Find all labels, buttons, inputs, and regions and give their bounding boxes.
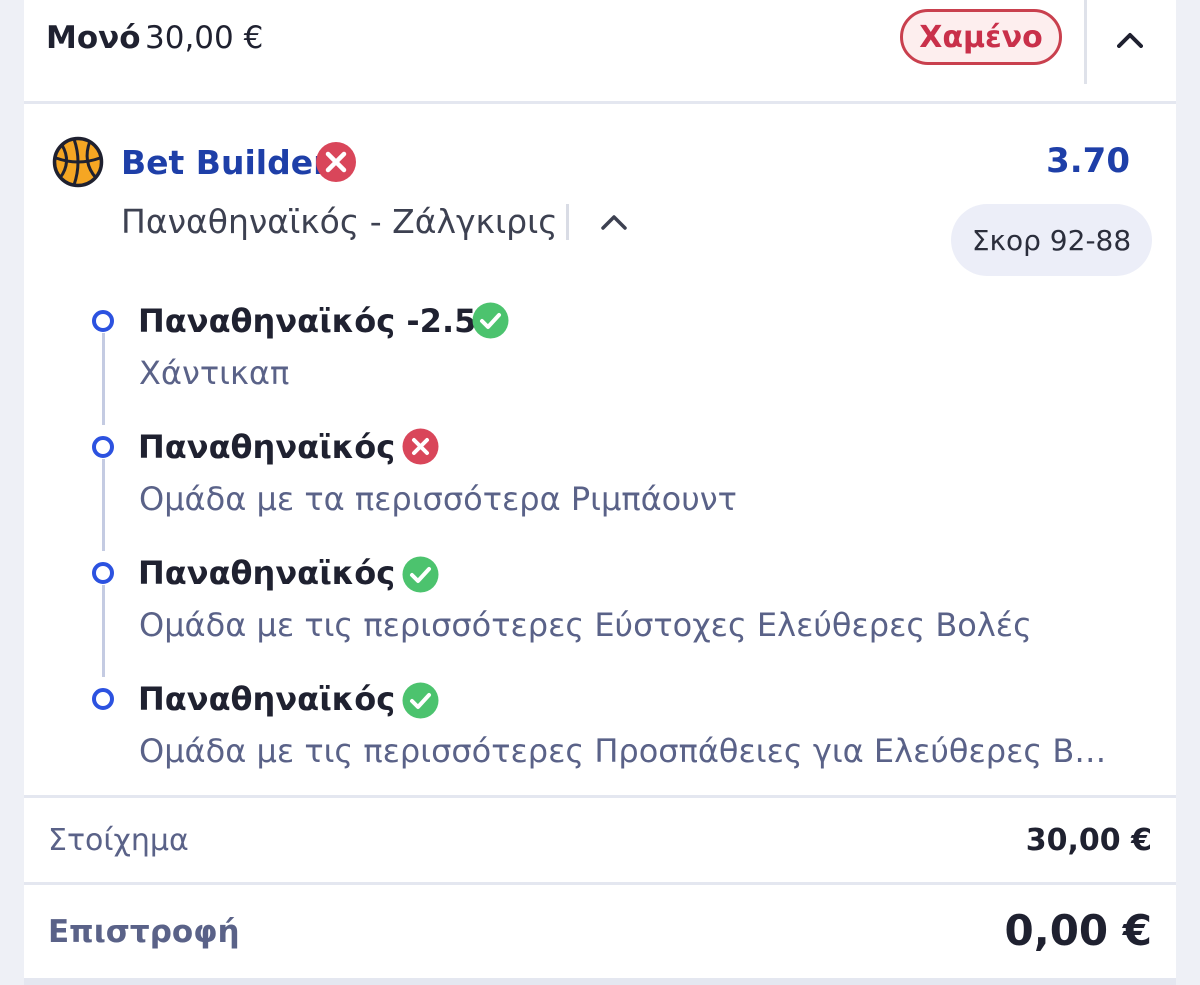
check-icon <box>402 682 439 719</box>
check-icon <box>472 302 509 339</box>
odds-value: 3.70 <box>1046 141 1130 181</box>
bet-card: Μονό 30,00 € Χαμένο Bet Builder 3.70 Παν… <box>24 0 1176 985</box>
leg-dot <box>92 562 114 584</box>
leg-title: Παναθηναϊκός <box>138 428 396 466</box>
row-divider <box>24 795 1176 798</box>
stake-label: Στοίχημα <box>48 823 189 858</box>
score-badge: Σκορ 92-88 <box>951 204 1152 276</box>
timeline-connector <box>102 459 105 551</box>
bet-type-label: Μονό <box>46 20 141 56</box>
status-badge: Χαμένο <box>900 9 1062 65</box>
row-divider <box>24 882 1176 885</box>
leg-market: Ομάδα με τις περισσότερες Εύστοχες Ελεύθ… <box>139 606 1032 644</box>
leg-dot <box>92 688 114 710</box>
header-stake: 30,00 € <box>145 20 264 56</box>
leg-market: Ομάδα με τα περισσότερα Ριμπάουντ <box>139 480 737 518</box>
leg-dot <box>92 436 114 458</box>
leg-title: Παναθηναϊκός <box>138 554 396 592</box>
bet-builder-title[interactable]: Bet Builder <box>121 143 329 182</box>
timeline-connector <box>102 585 105 677</box>
collapse-button[interactable] <box>1102 12 1158 68</box>
leg-dot <box>92 310 114 332</box>
event-divider <box>566 204 569 240</box>
timeline-connector <box>102 333 105 425</box>
header-divider <box>1084 0 1087 84</box>
leg-title: Παναθηναϊκός <box>138 680 396 718</box>
event-toggle-button[interactable] <box>594 200 634 244</box>
basketball-icon <box>52 136 104 188</box>
leg-market: Ομάδα με τις περισσότερες Προσπάθειες γι… <box>139 732 1107 770</box>
chevron-up-icon <box>1117 33 1143 48</box>
lost-x-icon <box>316 142 356 182</box>
bet-header: Μονό 30,00 € Χαμένο <box>24 0 1176 104</box>
check-icon <box>402 556 439 593</box>
leg-title: Παναθηναϊκός -2.5 <box>138 302 477 340</box>
event-name[interactable]: Παναθηναϊκός - Ζάλγκιρις <box>121 202 558 241</box>
lost-x-icon <box>402 428 439 465</box>
leg-market: Χάντικαπ <box>139 354 290 392</box>
chevron-up-icon <box>601 215 627 230</box>
card-bottom-border <box>24 978 1176 985</box>
return-label: Επιστροφή <box>48 914 240 950</box>
stake-value: 30,00 € <box>1025 823 1152 858</box>
return-value: 0,00 € <box>1004 906 1152 955</box>
